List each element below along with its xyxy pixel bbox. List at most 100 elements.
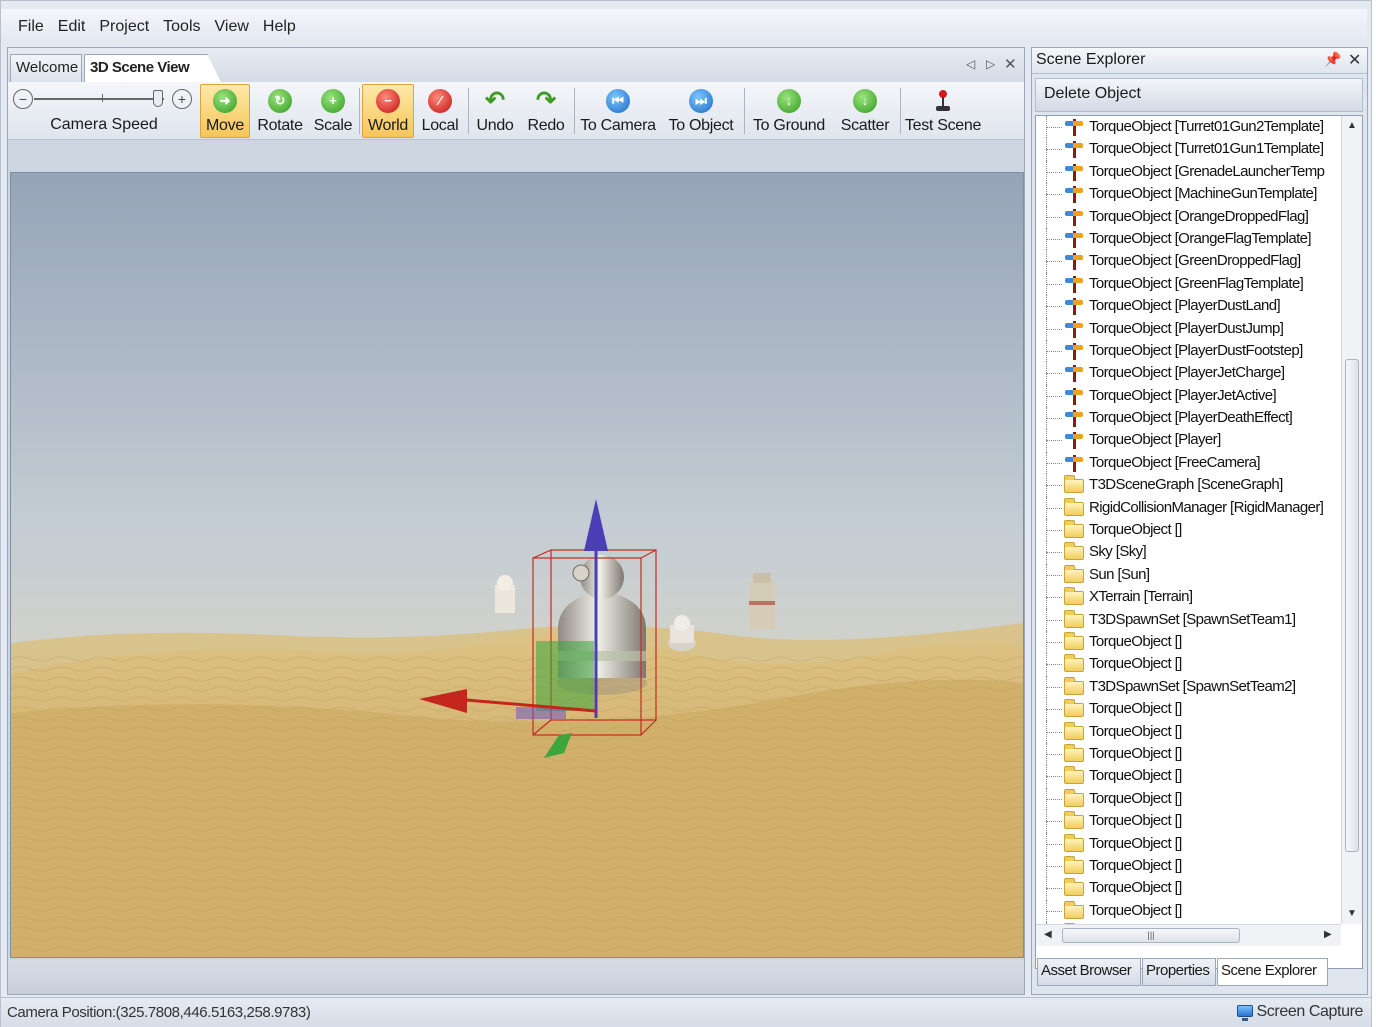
torque-object-icon xyxy=(1064,320,1084,338)
tree-item[interactable]: Sun [Sun] xyxy=(1036,563,1341,587)
rotate-label: Rotate xyxy=(257,117,303,134)
tree-branch-line xyxy=(1046,821,1062,823)
tab-scroll-right-icon[interactable]: ▷ xyxy=(986,57,995,71)
tree-item[interactable]: TorqueObject [PlayerDeathEffect] xyxy=(1036,407,1341,430)
folder-icon xyxy=(1064,788,1084,807)
screen-capture-button[interactable]: Screen Capture xyxy=(1236,1003,1363,1021)
tree-item[interactable]: TorqueObject [Player] xyxy=(1036,429,1341,452)
scroll-down-icon[interactable]: ▼ xyxy=(1347,908,1357,919)
close-document-icon[interactable]: ✕ xyxy=(1004,55,1017,73)
tree-item-label: TorqueObject [] xyxy=(1089,812,1182,830)
scene-render xyxy=(11,173,1023,957)
menu-edit[interactable]: Edit xyxy=(51,18,93,36)
tree-item[interactable]: TorqueObject [PlayerDustFootstep] xyxy=(1036,339,1341,363)
tree-item[interactable]: TorqueObject [FreeCamera] xyxy=(1036,451,1341,475)
move-button[interactable]: ➜ Move xyxy=(200,84,250,138)
tab-asset-browser[interactable]: Asset Browser xyxy=(1037,958,1141,986)
tree-item[interactable]: TorqueObject [PlayerJetActive] xyxy=(1036,384,1341,408)
undo-button[interactable]: ↶ Undo xyxy=(471,84,519,138)
camera-speed-slider[interactable] xyxy=(34,98,164,100)
vertical-scroll-thumb[interactable] xyxy=(1345,359,1359,852)
menu-help[interactable]: Help xyxy=(256,18,303,36)
menu-project[interactable]: Project xyxy=(92,18,156,36)
vertical-scrollbar[interactable]: ▲ ▼ xyxy=(1341,116,1362,924)
tree-item[interactable]: TorqueObject [] xyxy=(1036,630,1341,654)
camera-speed-thumb[interactable] xyxy=(152,90,163,107)
tree-item[interactable]: TorqueObject [PlayerDustLand] xyxy=(1036,295,1341,318)
menu-file[interactable]: File xyxy=(11,18,51,36)
tree-item[interactable]: TorqueObject [] xyxy=(1036,810,1341,833)
tree-item[interactable]: TorqueObject [] xyxy=(1036,854,1341,878)
tab-scene-explorer[interactable]: Scene Explorer xyxy=(1217,958,1328,986)
tree-item[interactable]: TorqueObject [] xyxy=(1036,519,1341,542)
tree-item[interactable]: TorqueObject [PlayerJetCharge] xyxy=(1036,362,1341,385)
tree-item[interactable]: T3DSpawnSet [SpawnSetTeam1] xyxy=(1036,608,1341,631)
tree-item[interactable]: TorqueObject [Turret01Gun2Template] xyxy=(1036,116,1341,139)
tree-item[interactable]: TorqueObject [] xyxy=(1036,877,1341,900)
tree-item[interactable]: TorqueObject [] xyxy=(1036,742,1341,766)
tree-item[interactable]: TorqueObject [] xyxy=(1036,765,1341,788)
redo-button[interactable]: ↷ Redo xyxy=(522,84,570,138)
horizontal-scroll-thumb[interactable]: ||| xyxy=(1062,928,1240,943)
increase-speed-icon[interactable]: + xyxy=(172,89,192,109)
tree-item-label: T3DSceneGraph [SceneGraph] xyxy=(1089,476,1283,494)
tab-welcome[interactable]: Welcome xyxy=(10,54,82,82)
monitor-icon xyxy=(1236,1005,1253,1021)
folder-icon xyxy=(1064,631,1084,650)
to-camera-button[interactable]: ⏮ To Camera xyxy=(577,84,659,138)
decrease-speed-icon[interactable]: − xyxy=(13,89,33,109)
torque-object-icon xyxy=(1064,119,1084,136)
tab-properties[interactable]: Properties xyxy=(1142,958,1216,986)
tree-item[interactable]: TorqueObject [GreenFlagTemplate] xyxy=(1036,272,1341,296)
tree-item[interactable]: TorqueObject [PlayerDustJump] xyxy=(1036,317,1341,340)
tree-item[interactable]: T3DSpawnSet [SpawnSetTeam2] xyxy=(1036,675,1341,699)
tree-item[interactable]: TorqueObject [] xyxy=(1036,787,1341,811)
folder-icon xyxy=(1064,766,1084,785)
tree-item[interactable]: TorqueObject [GreenDroppedFlag] xyxy=(1036,250,1341,273)
horizontal-scrollbar[interactable]: ◀ ||| ▶ xyxy=(1036,924,1341,946)
tree-item[interactable]: TorqueObject [] xyxy=(1036,698,1341,721)
tree-item[interactable]: XTerrain [Terrain] xyxy=(1036,586,1341,609)
tree-item[interactable]: RigidCollisionManager [RigidManager] xyxy=(1036,496,1341,520)
scale-button[interactable]: + Scale xyxy=(310,84,356,138)
tree-item-label: TorqueObject [OrangeFlagTemplate] xyxy=(1089,229,1312,247)
tree-branch-line xyxy=(1046,910,1062,912)
camera-position-readout: Camera Position:(325.7808,446.5163,258.9… xyxy=(7,1004,311,1021)
torque-object-icon xyxy=(1064,454,1084,472)
tab-scroll-left-icon[interactable]: ◁ xyxy=(966,57,975,71)
rotate-button[interactable]: ↻ Rotate xyxy=(254,84,306,138)
menu-tools[interactable]: Tools xyxy=(156,18,207,36)
menu-view[interactable]: View xyxy=(208,18,256,36)
delete-object-button[interactable]: Delete Object xyxy=(1035,78,1363,112)
tree-item[interactable]: T3DSceneGraph [SceneGraph] xyxy=(1036,474,1341,497)
to-ground-button[interactable]: ↓ To Ground xyxy=(747,84,831,138)
tab-3d-scene-view[interactable]: 3D Scene View xyxy=(84,54,221,82)
to-object-button[interactable]: ⏭ To Object xyxy=(663,84,739,138)
close-panel-icon[interactable]: ✕ xyxy=(1348,50,1361,70)
scatter-button[interactable]: ↓ Scatter xyxy=(834,84,896,138)
scroll-up-icon[interactable]: ▲ xyxy=(1347,120,1357,131)
scene-tree[interactable]: TorqueObject [Turret01Gun2Template] Torqu… xyxy=(1035,115,1363,969)
tree-item[interactable]: TorqueObject [GrenadeLauncherTemp xyxy=(1036,160,1341,184)
world-button[interactable]: − World xyxy=(362,84,414,138)
scroll-right-icon[interactable]: ▶ xyxy=(1324,929,1332,940)
to-camera-icon: ⏮ xyxy=(606,89,630,113)
tree-item[interactable]: TorqueObject [OrangeDroppedFlag] xyxy=(1036,205,1341,228)
tree-branch-line xyxy=(1046,530,1062,532)
tree-item[interactable]: TorqueObject [] xyxy=(1036,653,1341,676)
tree-item[interactable]: TorqueObject [] xyxy=(1036,832,1341,855)
pin-icon[interactable]: 📌 xyxy=(1324,51,1341,68)
tree-item[interactable]: Sky [Sky] xyxy=(1036,541,1341,564)
tree-item[interactable]: TorqueObject [Turret01Gun1Template] xyxy=(1036,138,1341,161)
tree-item[interactable]: TorqueObject [OrangeFlagTemplate] xyxy=(1036,227,1341,251)
3d-viewport[interactable] xyxy=(10,172,1024,958)
test-scene-button[interactable]: Test Scene xyxy=(903,84,983,138)
tree-branch-line xyxy=(1046,373,1062,375)
tree-branch-line xyxy=(1046,216,1062,218)
local-button[interactable]: ⁄ Local xyxy=(416,84,464,138)
tree-item[interactable]: TorqueObject [] xyxy=(1036,720,1341,743)
tree-item[interactable]: TorqueObject [MachineGunTemplate] xyxy=(1036,183,1341,206)
scroll-left-icon[interactable]: ◀ xyxy=(1044,929,1052,940)
tree-branch-line xyxy=(1046,238,1062,240)
tree-item[interactable]: TorqueObject [] xyxy=(1036,899,1341,923)
